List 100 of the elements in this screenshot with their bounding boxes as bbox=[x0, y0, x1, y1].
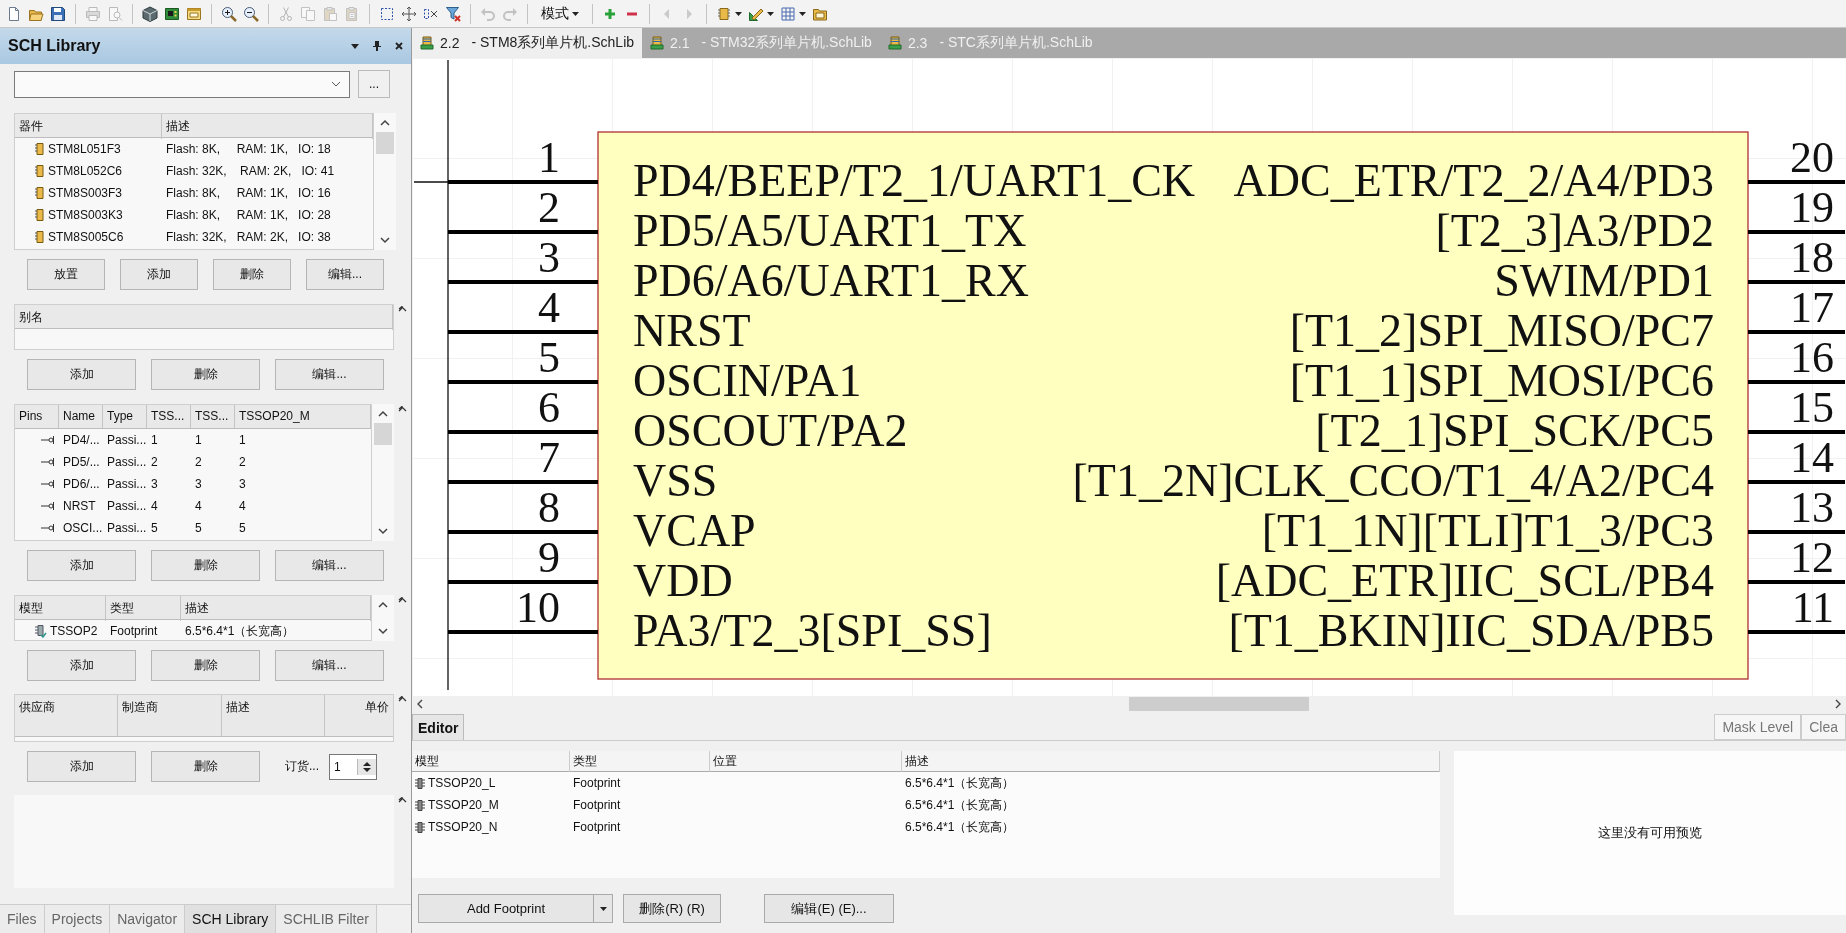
column-header[interactable]: TSS... bbox=[191, 405, 235, 428]
zoom-in-icon[interactable] bbox=[221, 5, 237, 22]
column-header[interactable]: 描述 bbox=[162, 114, 373, 139]
column-header[interactable]: 制造商 bbox=[118, 695, 222, 736]
panel-tab[interactable]: Files bbox=[0, 905, 45, 933]
move-icon[interactable] bbox=[401, 5, 417, 22]
caret-icon[interactable] bbox=[572, 11, 579, 16]
panel-button[interactable]: 放置 bbox=[27, 259, 105, 290]
panel-tab[interactable]: Projects bbox=[44, 905, 111, 933]
scroll-up-icon[interactable] bbox=[378, 601, 388, 608]
collapse-icon[interactable] bbox=[398, 306, 407, 312]
vertical-scrollbar[interactable] bbox=[374, 113, 396, 250]
library-filter-combobox[interactable] bbox=[14, 70, 350, 98]
panel-tab[interactable]: Navigator bbox=[110, 905, 186, 933]
column-header[interactable]: 供应商 bbox=[15, 695, 118, 736]
column-header[interactable]: 模型 bbox=[15, 596, 106, 621]
dropdown-chevron-icon[interactable] bbox=[331, 81, 341, 87]
panel-button[interactable]: 删除 bbox=[151, 550, 260, 581]
table-cell[interactable]: TSSOP20_N bbox=[428, 820, 498, 834]
select-rectangle-icon[interactable] bbox=[379, 5, 395, 22]
component-name[interactable]: STM8L051F3 bbox=[48, 142, 121, 156]
column-header[interactable]: 模型 bbox=[412, 751, 570, 772]
caret-icon[interactable] bbox=[599, 906, 607, 911]
editor-button[interactable]: 删除(R) (R) bbox=[623, 894, 721, 923]
panel-button[interactable]: 添加 bbox=[27, 359, 136, 390]
panel-button[interactable]: 编辑... bbox=[306, 259, 384, 290]
scroll-down-icon[interactable] bbox=[378, 628, 388, 635]
scroll-left-icon[interactable] bbox=[416, 699, 423, 709]
column-header[interactable]: Name bbox=[59, 405, 103, 428]
pin-icon[interactable] bbox=[373, 41, 381, 51]
column-header[interactable]: TSSOP20_M bbox=[235, 405, 371, 428]
component-name[interactable]: STM8S005C6 bbox=[48, 230, 124, 244]
editor-option-tab[interactable]: Clea bbox=[1801, 714, 1846, 740]
column-header[interactable]: 描述 bbox=[181, 596, 371, 621]
window-icon[interactable] bbox=[186, 5, 202, 22]
scroll-down-icon[interactable] bbox=[378, 528, 388, 535]
editor-button[interactable]: 编辑(E) (E)... bbox=[764, 894, 894, 923]
collapse-icon[interactable] bbox=[398, 406, 407, 412]
browse-button[interactable]: ... bbox=[358, 70, 390, 98]
component-name[interactable]: STM8L052C6 bbox=[48, 164, 123, 178]
collapse-icon[interactable] bbox=[398, 797, 407, 803]
menu-caret-icon[interactable] bbox=[351, 43, 359, 49]
scrollbar-thumb[interactable] bbox=[374, 423, 392, 445]
column-header[interactable]: Pins bbox=[15, 405, 59, 428]
vertical-scrollbar[interactable] bbox=[372, 595, 394, 641]
scroll-down-icon[interactable] bbox=[380, 237, 390, 244]
component-name[interactable]: STM8S003K3 bbox=[48, 208, 123, 222]
editor-tab[interactable]: Editor bbox=[412, 714, 465, 740]
table-cell[interactable]: TSSOP20_L bbox=[428, 776, 496, 790]
close-icon[interactable] bbox=[395, 42, 403, 50]
mode-dropdown[interactable]: 模式 bbox=[537, 4, 583, 23]
panel-button[interactable]: 编辑... bbox=[275, 359, 384, 390]
add-footprint-split-button[interactable]: Add Footprint bbox=[418, 894, 613, 923]
filter-clear-icon[interactable] bbox=[445, 5, 461, 22]
caret-icon[interactable] bbox=[735, 11, 742, 16]
column-header[interactable]: 类型 bbox=[570, 751, 710, 772]
panel-button[interactable]: 编辑... bbox=[275, 650, 384, 681]
new-document-icon[interactable] bbox=[6, 5, 22, 22]
panel-button[interactable]: 编辑... bbox=[275, 550, 384, 581]
panel-button[interactable]: 添加 bbox=[27, 650, 136, 681]
column-header[interactable]: 类型 bbox=[106, 596, 181, 621]
panel-button[interactable]: 删除 bbox=[151, 359, 260, 390]
column-header[interactable]: 别名 bbox=[15, 305, 393, 330]
component-name[interactable]: STM8S003F3 bbox=[48, 186, 123, 200]
caret-icon[interactable] bbox=[767, 11, 774, 16]
caret-icon[interactable] bbox=[799, 11, 806, 16]
order-quantity-spinner[interactable]: 1 bbox=[329, 753, 377, 780]
pin-name: [T2_3]A3/PD2 bbox=[1435, 205, 1714, 256]
scroll-right-icon[interactable] bbox=[1835, 699, 1842, 709]
column-header[interactable]: 器件 bbox=[15, 114, 162, 139]
save-icon[interactable] bbox=[50, 5, 66, 22]
column-header[interactable]: 描述 bbox=[902, 751, 1440, 772]
scrollbar-thumb[interactable] bbox=[1129, 697, 1309, 711]
table-cell[interactable]: TSSOP20_M bbox=[428, 798, 499, 812]
panel-button[interactable]: 删除 bbox=[213, 259, 291, 290]
column-header[interactable]: 位置 bbox=[710, 751, 902, 772]
chip-icon[interactable] bbox=[716, 5, 732, 22]
panel-button[interactable]: 添加 bbox=[27, 751, 136, 782]
circuit-board-icon[interactable] bbox=[164, 5, 180, 22]
panel-button[interactable]: 删除 bbox=[151, 650, 260, 681]
editor-option-tab[interactable]: Mask Level bbox=[1714, 714, 1802, 740]
scroll-up-icon[interactable] bbox=[378, 410, 388, 417]
vertical-scrollbar[interactable] bbox=[372, 404, 394, 541]
panel-button[interactable]: 添加 bbox=[27, 550, 136, 581]
panel-button[interactable]: 删除 bbox=[151, 751, 260, 782]
panel-tab[interactable]: SCHLIB Filter bbox=[276, 905, 377, 933]
panel-button[interactable]: 添加 bbox=[120, 259, 198, 290]
zoom-out-icon[interactable] bbox=[243, 5, 259, 22]
cube-icon[interactable] bbox=[142, 5, 158, 22]
column-header[interactable]: TSS... bbox=[147, 405, 191, 428]
collapse-icon[interactable] bbox=[398, 597, 407, 603]
panel-tab[interactable]: SCH Library bbox=[185, 905, 277, 933]
chip-body[interactable] bbox=[597, 131, 1749, 680]
scrollbar-thumb[interactable] bbox=[376, 132, 394, 154]
scroll-up-icon[interactable] bbox=[380, 119, 390, 126]
column-header[interactable]: 描述 bbox=[222, 695, 325, 736]
collapse-icon[interactable] bbox=[398, 696, 407, 702]
column-header[interactable]: Type bbox=[103, 405, 147, 428]
document-tab[interactable]: 2.2 - STM8系列单片机.SchLib bbox=[412, 28, 643, 58]
column-header[interactable]: 单价 bbox=[325, 695, 393, 736]
